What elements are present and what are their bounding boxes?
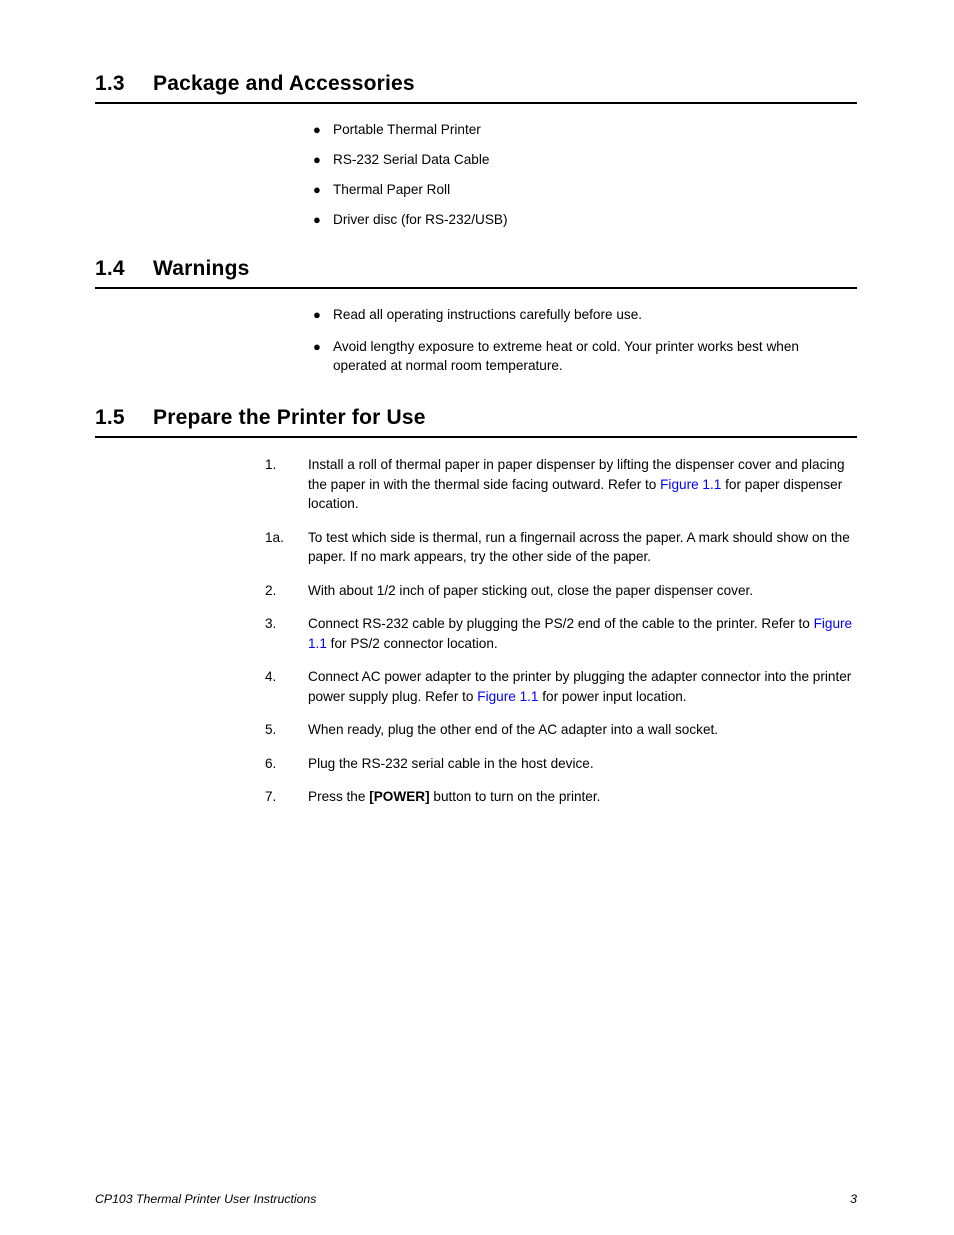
list-item: ● RS-232 Serial Data Cable xyxy=(95,150,857,169)
list-item: ● Read all operating instructions carefu… xyxy=(95,305,857,324)
footer-page-number: 3 xyxy=(850,1192,857,1206)
section-title: Warnings xyxy=(153,257,250,280)
list-item-label: Thermal Paper Roll xyxy=(333,182,451,198)
bullet-icon: ● xyxy=(313,122,321,138)
step-number: 7. xyxy=(265,789,277,805)
step-number: 1a. xyxy=(265,529,284,545)
step-number: 3. xyxy=(265,616,277,632)
package-bullet-list: ● Portable Thermal Printer ● RS-232 Seri… xyxy=(95,120,857,229)
step-text-run: button to turn on the printer. xyxy=(429,789,601,805)
section-title: Prepare the Printer for Use xyxy=(153,406,426,429)
step-text: Connect AC power adapter to the printer … xyxy=(308,667,857,706)
step-text: Connect RS-232 cable by plugging the PS/… xyxy=(308,614,857,653)
step-text: When ready, plug the other end of the AC… xyxy=(308,720,857,740)
list-item: ● Avoid lengthy exposure to extreme heat… xyxy=(95,337,857,375)
step-item: 4. Connect AC power adapter to the printe… xyxy=(95,667,857,706)
section-divider xyxy=(95,287,857,290)
step-item: 1a. To test which side is thermal, run a … xyxy=(95,528,857,567)
bullet-icon: ● xyxy=(313,212,321,228)
list-item: ● Portable Thermal Printer xyxy=(95,120,857,139)
emphasis-text: [POWER] xyxy=(369,789,430,805)
footer-document-title: CP103 Thermal Printer User Instructions xyxy=(95,1192,317,1206)
step-text: Plug the RS-232 serial cable in the host… xyxy=(308,754,857,774)
page-footer: CP103 Thermal Printer User Instructions … xyxy=(95,1192,857,1206)
section-heading: 1.4 Warnings xyxy=(95,257,857,280)
step-text: To test which side is thermal, run a fin… xyxy=(308,528,857,567)
step-text-run: With about 1/2 inch of paper sticking ou… xyxy=(308,582,754,598)
section-heading: 1.3 Package and Accessories xyxy=(95,72,857,95)
warnings-bullet-list: ● Read all operating instructions carefu… xyxy=(95,305,857,375)
list-item-label: Read all operating instructions carefull… xyxy=(333,307,643,323)
list-item: ● Driver disc (for RS-232/USB) xyxy=(95,210,857,229)
step-item: 2. With about 1/2 inch of paper sticking … xyxy=(95,581,857,601)
prepare-steps-list: 1. Install a roll of thermal paper in pap… xyxy=(95,455,857,807)
step-text-run: Press the xyxy=(308,789,370,805)
figure-link[interactable]: Figure 1.1 xyxy=(477,689,538,704)
bullet-icon: ● xyxy=(313,307,321,323)
document-page: 1.3 Package and Accessories ● Portable T… xyxy=(0,0,954,1235)
section-number: 1.4 xyxy=(95,257,125,280)
list-item-label: RS-232 Serial Data Cable xyxy=(333,152,490,168)
section-title: Package and Accessories xyxy=(153,72,415,95)
step-text-run: Connect RS-232 cable by plugging the PS/… xyxy=(308,616,814,632)
figure-link[interactable]: Figure 1.1 xyxy=(660,477,721,492)
step-text: With about 1/2 inch of paper sticking ou… xyxy=(308,581,857,601)
list-item-label: Portable Thermal Printer xyxy=(333,122,481,138)
section-warnings: 1.4 Warnings ● Read all operating instru… xyxy=(95,257,857,388)
step-number: 6. xyxy=(265,755,277,771)
step-text-run: To test which side is thermal, run a fin… xyxy=(308,529,850,565)
step-number: 1. xyxy=(265,457,277,473)
step-text-run: When ready, plug the other end of the AC… xyxy=(308,722,719,738)
step-text: Press the [POWER] button to turn on the … xyxy=(308,787,857,807)
step-number: 2. xyxy=(265,582,277,598)
section-divider xyxy=(95,436,857,439)
section-number: 1.5 xyxy=(95,406,125,429)
section-package-and-accessories: 1.3 Package and Accessories ● Portable T… xyxy=(95,72,857,229)
step-text: Install a roll of thermal paper in paper… xyxy=(308,455,857,514)
list-item: ● Thermal Paper Roll xyxy=(95,180,857,199)
step-item: 6. Plug the RS-232 serial cable in the ho… xyxy=(95,754,857,774)
bullet-icon: ● xyxy=(313,339,321,355)
step-item: 7. Press the [POWER] button to turn on th… xyxy=(95,787,857,807)
step-item: 1. Install a roll of thermal paper in pap… xyxy=(95,455,857,514)
step-number: 4. xyxy=(265,669,277,685)
section-prepare-the-printer-for-use: 1.5 Prepare the Printer for Use 1. Instal… xyxy=(95,406,857,807)
step-item: 5. When ready, plug the other end of the … xyxy=(95,720,857,740)
section-heading: 1.5 Prepare the Printer for Use xyxy=(95,406,857,429)
list-item-label: Driver disc (for RS-232/USB) xyxy=(333,212,508,228)
section-divider xyxy=(95,102,857,105)
step-number: 5. xyxy=(265,722,277,738)
bullet-icon: ● xyxy=(313,182,321,198)
list-item-label: Avoid lengthy exposure to extreme heat o… xyxy=(333,339,799,374)
step-item: 3. Connect RS-232 cable by plugging the P… xyxy=(95,614,857,653)
step-text-run: for power input location. xyxy=(538,688,687,704)
step-text-run: Plug the RS-232 serial cable in the host… xyxy=(308,755,594,771)
section-number: 1.3 xyxy=(95,72,125,95)
bullet-icon: ● xyxy=(313,152,321,168)
step-text-run: for PS/2 connector location. xyxy=(326,635,498,651)
